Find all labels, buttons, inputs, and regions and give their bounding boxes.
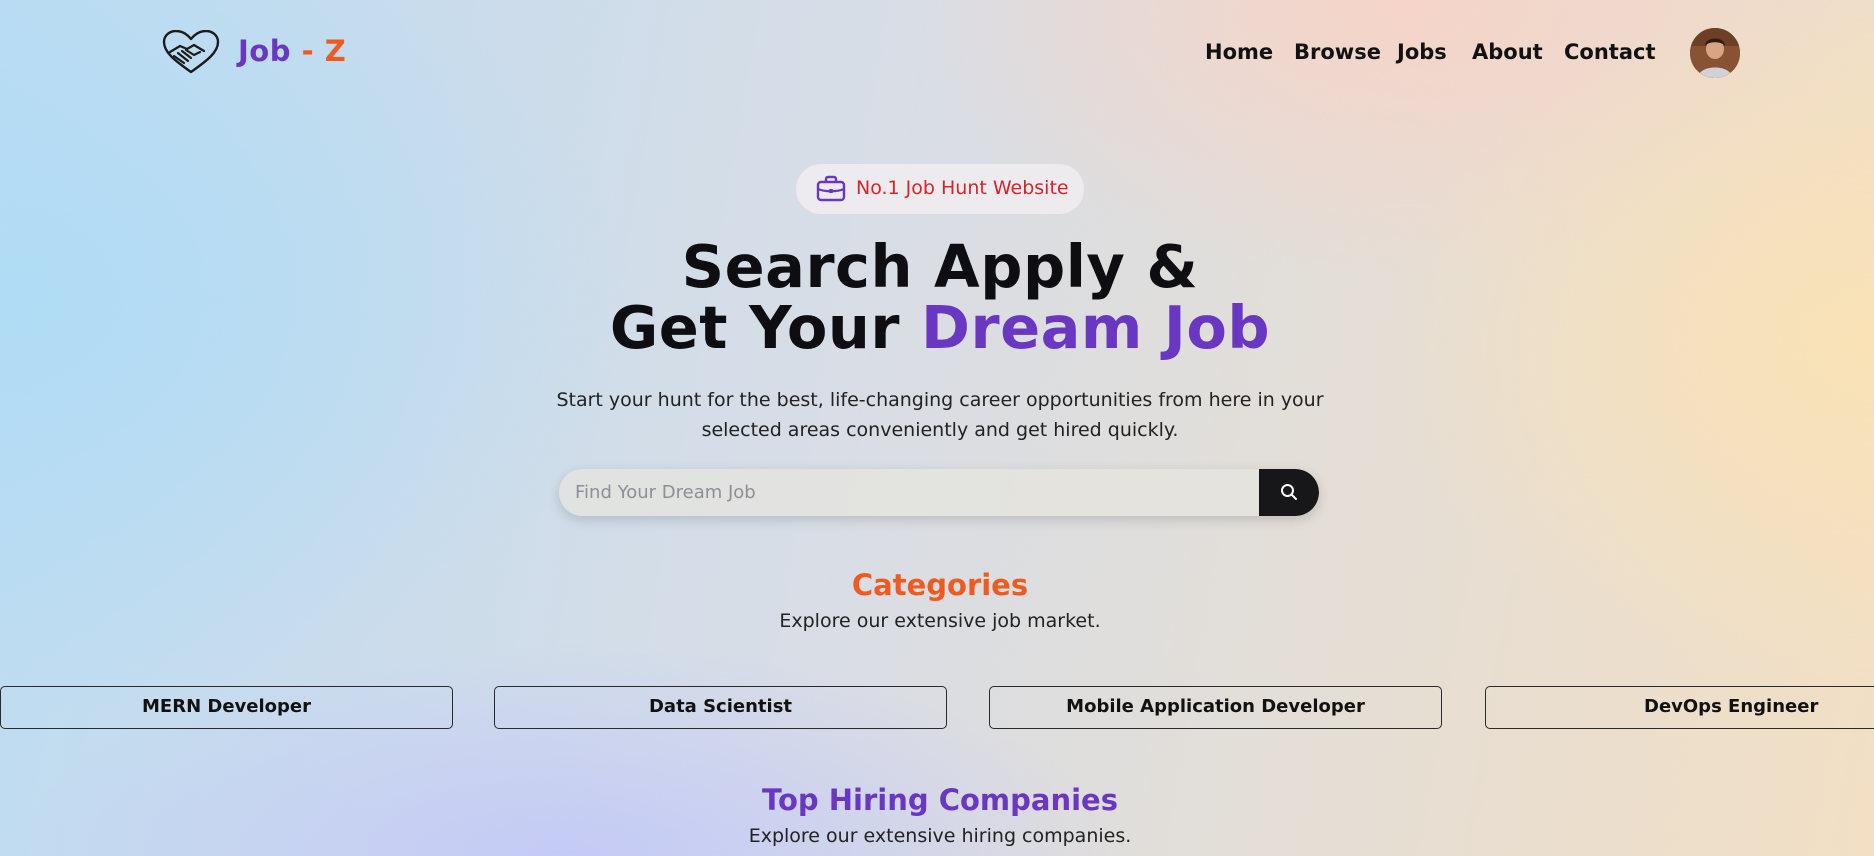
nav-jobs[interactable]: Jobs: [1397, 40, 1447, 64]
logo-part-job: Job: [238, 34, 291, 68]
nav-home[interactable]: Home: [1205, 40, 1273, 64]
companies-subtitle: Explore our extensive hiring companies.: [748, 825, 1132, 847]
hero-headline: Search Apply & Get Your Dream Job: [0, 236, 1874, 358]
nav-browse[interactable]: Browse: [1294, 40, 1381, 64]
hero-subtitle: Start your hunt for the best, life-chang…: [0, 385, 1874, 445]
headline-accent: Dream Job: [921, 293, 1271, 362]
handshake-heart-icon[interactable]: [160, 29, 222, 76]
briefcase-icon: [816, 175, 846, 203]
category-card-devops[interactable]: DevOps Engineer: [1485, 686, 1874, 729]
companies-title: Top Hiring Companies: [762, 783, 1118, 817]
headline-line-1: Search Apply &: [681, 232, 1199, 301]
nav-about[interactable]: About: [1472, 40, 1543, 64]
job-search-bar: [559, 469, 1319, 516]
category-card-data-scientist[interactable]: Data Scientist: [494, 686, 947, 729]
nav-contact[interactable]: Contact: [1564, 40, 1656, 64]
categories-subtitle: Explore our extensive job market.: [779, 610, 1101, 632]
subtitle-line-2: selected areas conveniently and get hire…: [701, 419, 1179, 441]
header: Job - Z Home Browse Jobs About Contact: [0, 0, 1874, 110]
logo-separator: -: [290, 34, 325, 68]
categories-title: Categories: [851, 568, 1029, 602]
category-card-mern[interactable]: MERN Developer: [0, 686, 453, 729]
job-search-input[interactable]: [559, 469, 1239, 516]
category-card-mobile-dev[interactable]: Mobile Application Developer: [989, 686, 1442, 729]
search-icon: [1281, 484, 1297, 500]
badge-text: No.1 Job Hunt Website: [856, 177, 1069, 199]
user-avatar[interactable]: [1690, 28, 1740, 78]
headline-prefix: Get Your: [609, 293, 922, 362]
logo-part-z: Z: [324, 34, 347, 68]
logo-wordmark[interactable]: Job - Z: [238, 34, 346, 68]
top-website-badge: No.1 Job Hunt Website: [796, 164, 1084, 214]
search-button[interactable]: [1259, 469, 1319, 516]
subtitle-line-1: Start your hunt for the best, life-chang…: [556, 389, 1324, 411]
headline-line-2: Get Your Dream Job: [0, 297, 1874, 358]
